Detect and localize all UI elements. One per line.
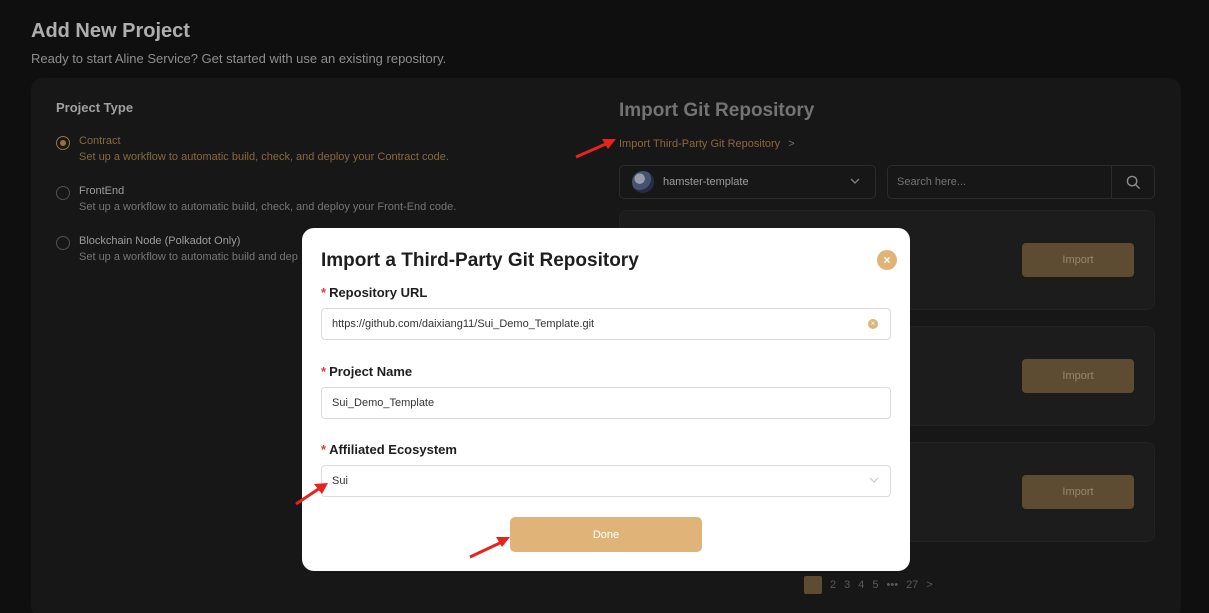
required-mark: * [321, 442, 327, 457]
modal-title: Import a Third-Party Git Repository [321, 250, 639, 271]
repo-url-value: https://github.com/daixiang11/Sui_Demo_T… [332, 318, 595, 330]
repo-url-field: * Repository URL https://github.com/daixi… [321, 285, 891, 340]
required-mark: * [321, 364, 327, 379]
project-name-value: Sui_Demo_Template [332, 397, 435, 409]
project-name-label: * Project Name [321, 364, 413, 379]
chevron-down-icon [868, 474, 880, 489]
ecosystem-field: * Affiliated Ecosystem Sui [321, 442, 891, 497]
ecosystem-value: Sui [332, 475, 348, 487]
annotation-arrow-icon [469, 537, 510, 559]
project-name-input[interactable]: Sui_Demo_Template [321, 387, 891, 419]
ecosystem-select[interactable]: Sui [321, 465, 891, 497]
repo-url-input[interactable]: https://github.com/daixiang11/Sui_Demo_T… [321, 308, 891, 340]
done-button[interactable]: Done [510, 517, 702, 552]
repo-url-label: * Repository URL [321, 285, 428, 300]
project-name-field: * Project Name Sui_Demo_Template [321, 364, 891, 419]
annotation-arrow-icon [295, 483, 328, 506]
clear-icon[interactable]: × [868, 319, 878, 329]
close-icon[interactable]: × [877, 250, 897, 270]
required-mark: * [321, 285, 327, 300]
ecosystem-label: * Affiliated Ecosystem [321, 442, 457, 457]
import-third-party-modal: Import a Third-Party Git Repository × * R… [302, 228, 910, 571]
annotation-arrow-icon [575, 139, 616, 159]
